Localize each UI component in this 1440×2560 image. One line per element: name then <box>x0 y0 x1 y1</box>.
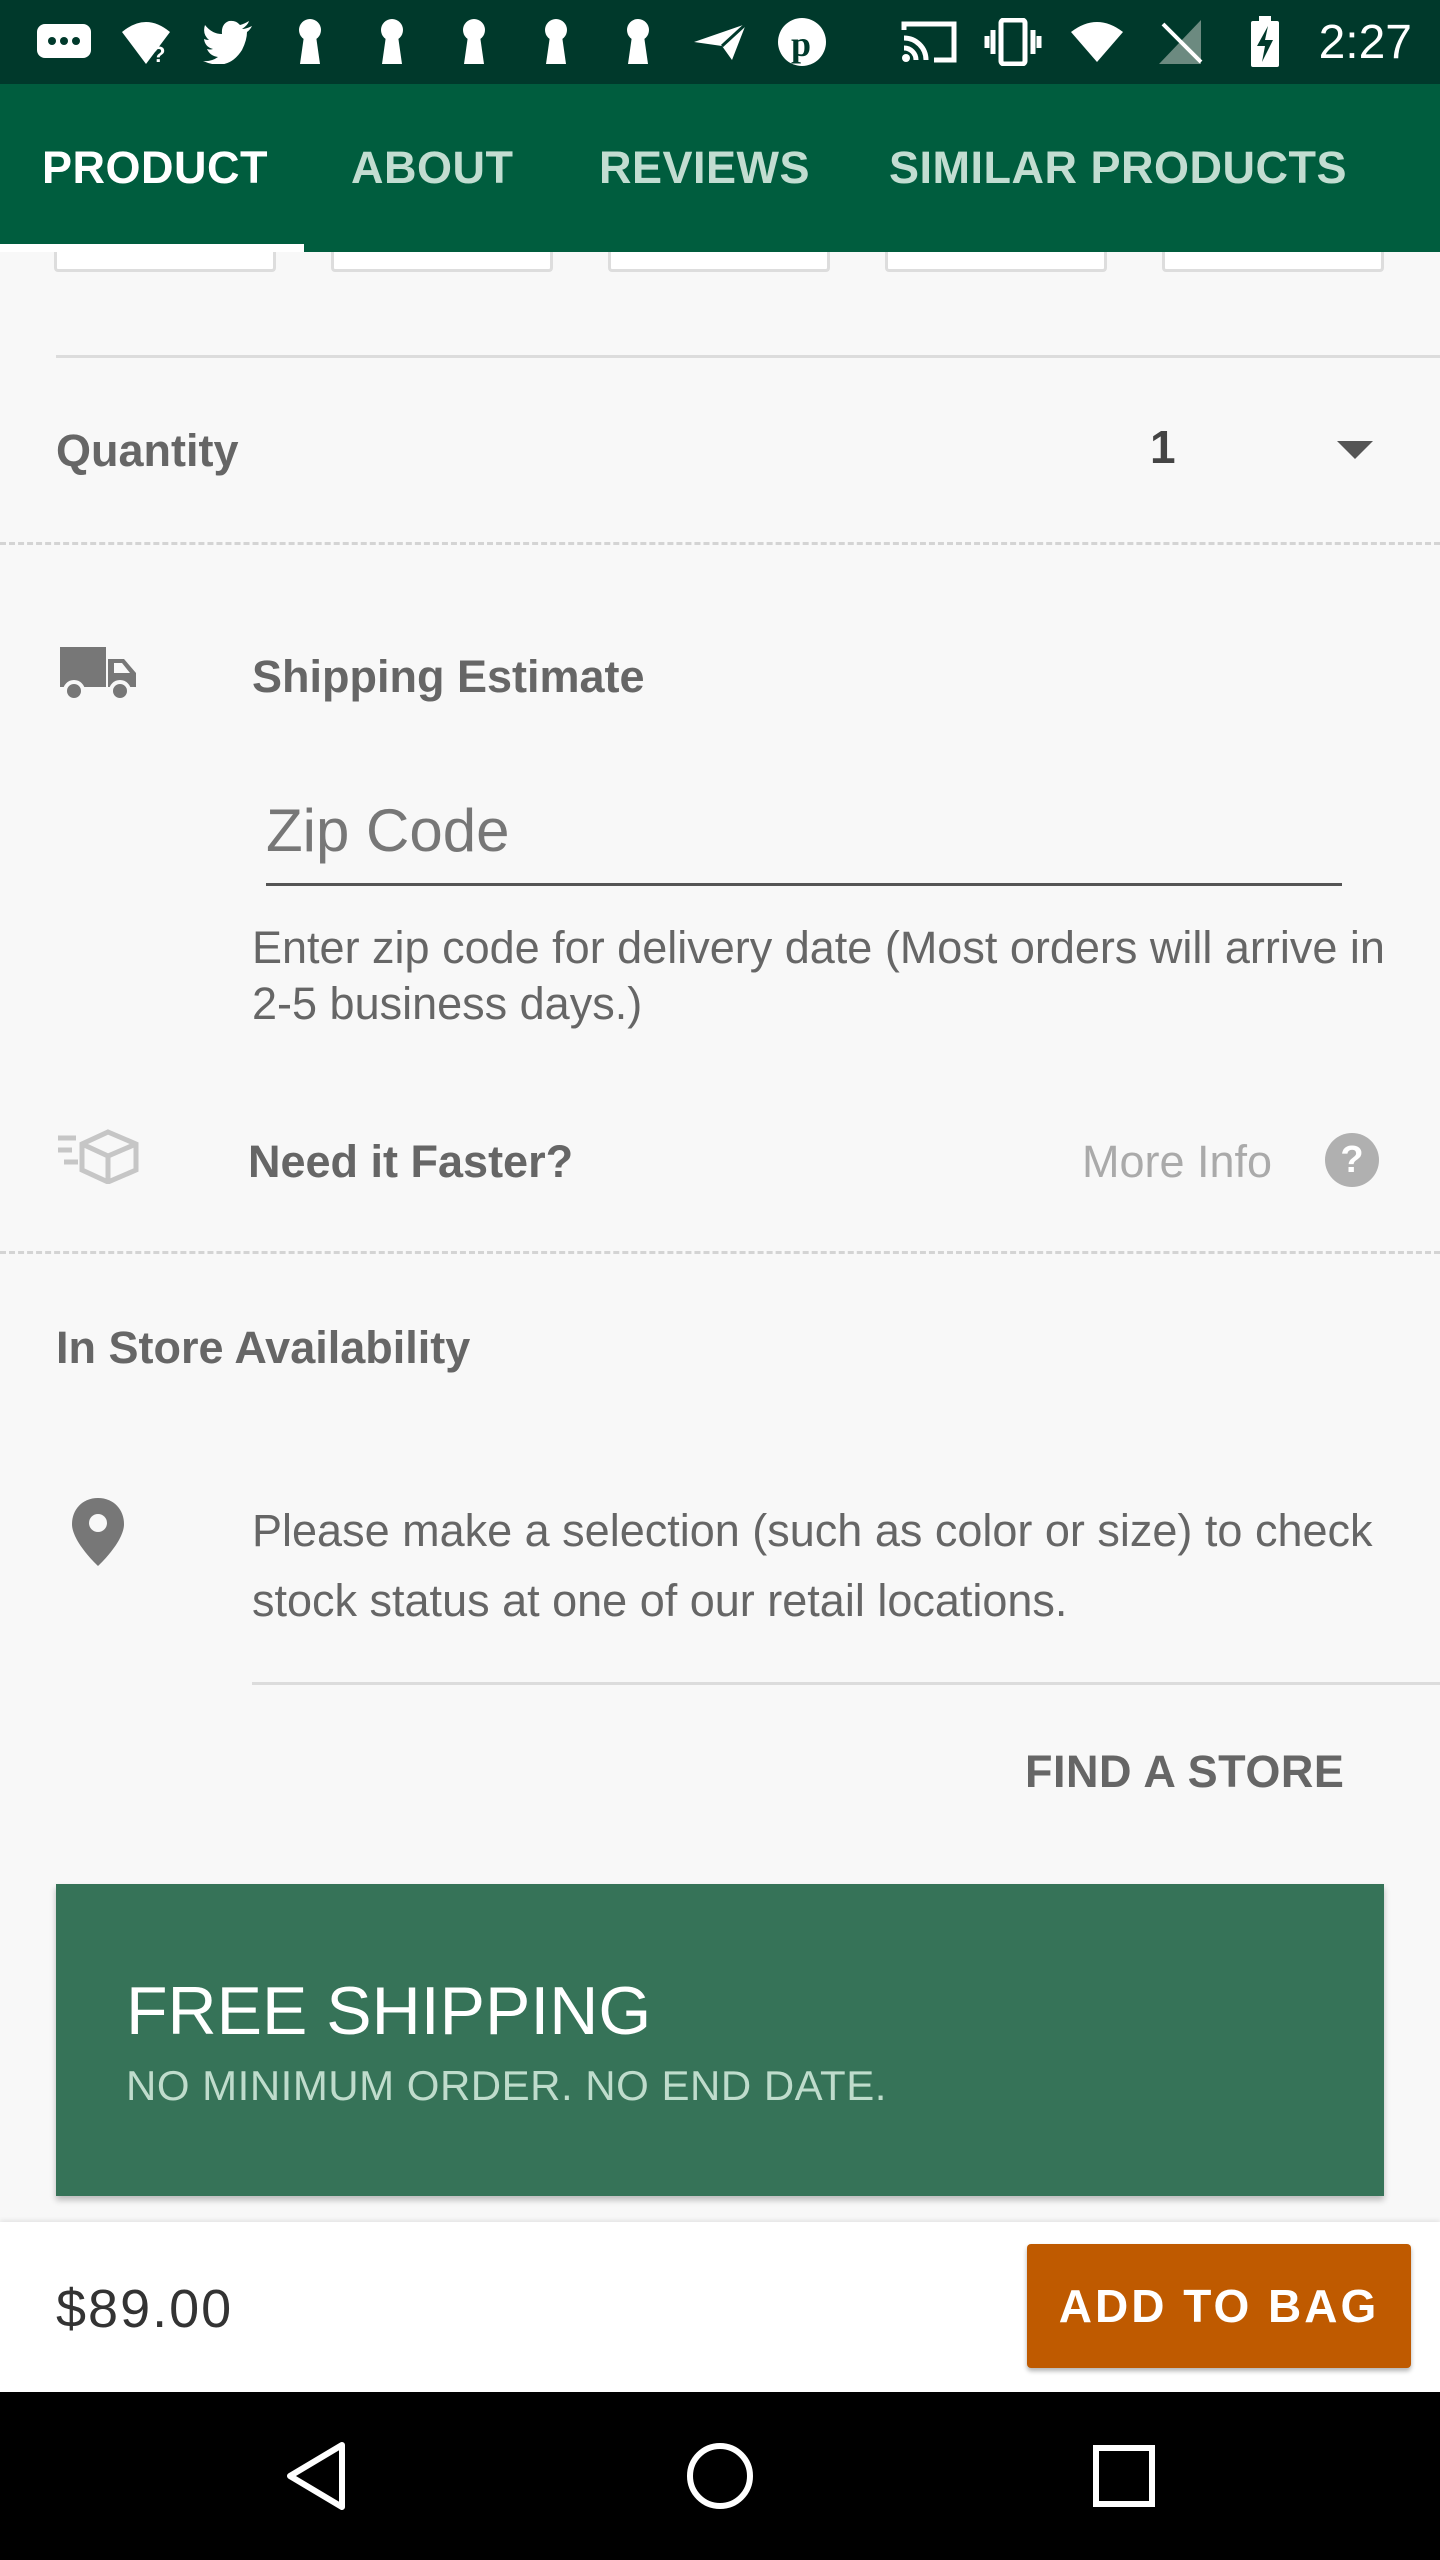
promo-title: FREE SHIPPING <box>126 1973 652 2049</box>
location-pin-icon <box>70 1496 126 1573</box>
find-a-store-button[interactable]: FIND A STORE <box>1025 1746 1344 1798</box>
shipping-helper-text: Enter zip code for delivery date (Most o… <box>252 922 1385 1029</box>
wifi-icon <box>1067 18 1127 66</box>
status-bar: ? p 2:27 <box>0 0 1440 84</box>
twitter-icon <box>198 18 258 66</box>
quantity-value[interactable]: 1 <box>1150 420 1176 474</box>
need-it-faster-label: Need it Faster? <box>248 1136 574 1187</box>
no-signal-icon <box>1151 18 1211 66</box>
send-icon <box>690 18 750 66</box>
system-icons: 2:27 <box>899 14 1412 70</box>
keyhole-icon <box>362 18 422 66</box>
quantity-dropdown-arrow[interactable] <box>1320 420 1390 480</box>
swatch-option[interactable] <box>54 252 276 272</box>
free-shipping-banner[interactable]: FREE SHIPPING NO MINIMUM ORDER. NO END D… <box>56 1884 1384 2196</box>
in-store-title: In Store Availability <box>56 1322 471 1373</box>
navigation-bar <box>0 2392 1440 2560</box>
swatch-option[interactable] <box>331 252 553 272</box>
vibrate-icon <box>983 18 1043 66</box>
store-message: Please make a selection (such as color o… <box>252 1505 1373 1626</box>
notification-icons: ? p <box>34 14 832 70</box>
recents-icon[interactable] <box>1084 2436 1164 2516</box>
pinterest-icon: p <box>772 18 832 66</box>
dashed-divider <box>0 542 1440 545</box>
cast-icon <box>899 18 959 66</box>
more-info-link[interactable]: More Info <box>1082 1136 1272 1188</box>
back-icon[interactable] <box>276 2436 356 2516</box>
promo-subtitle: NO MINIMUM ORDER. NO END DATE. <box>126 2062 887 2109</box>
purchase-bar: $89.00 ADD TO BAG <box>0 2222 1440 2392</box>
home-icon[interactable] <box>680 2436 760 2516</box>
wifi-question-icon: ? <box>116 18 176 66</box>
keyhole-icon <box>280 18 340 66</box>
keyhole-icon <box>444 18 504 66</box>
truck-icon <box>58 643 138 708</box>
zip-code-input[interactable] <box>266 790 1342 886</box>
swatch-option[interactable] <box>608 252 830 272</box>
keyhole-icon <box>608 18 668 66</box>
svg-text:?: ? <box>152 42 165 66</box>
svg-text:p: p <box>791 24 811 64</box>
help-icon[interactable]: ? <box>1325 1133 1379 1187</box>
add-to-bag-button[interactable]: ADD TO BAG <box>1027 2244 1411 2368</box>
swatch-option[interactable] <box>885 252 1107 272</box>
dashed-divider <box>0 1251 1440 1254</box>
tab-similar-products[interactable]: SIMILAR PRODUCTS <box>889 84 1347 252</box>
quantity-label: Quantity <box>56 425 239 476</box>
clock: 2:27 <box>1318 15 1412 69</box>
battery-charging-icon <box>1235 16 1295 67</box>
keyhole-icon <box>526 18 586 66</box>
tab-reviews[interactable]: REVIEWS <box>599 84 810 252</box>
price: $89.00 <box>56 2279 234 2339</box>
fast-delivery-box-icon <box>56 1128 140 1189</box>
tab-about[interactable]: ABOUT <box>351 84 513 252</box>
active-tab-indicator <box>0 244 304 252</box>
tab-bar: PRODUCT ABOUT REVIEWS SIMILAR PRODUCTS <box>0 84 1440 252</box>
chevron-down-icon <box>1337 441 1373 459</box>
tab-product[interactable]: PRODUCT <box>42 84 268 252</box>
divider <box>252 1682 1440 1685</box>
shipping-estimate-title: Shipping Estimate <box>252 651 645 702</box>
swatch-option[interactable] <box>1162 252 1384 272</box>
divider <box>56 355 1440 358</box>
messages-icon <box>34 18 94 66</box>
